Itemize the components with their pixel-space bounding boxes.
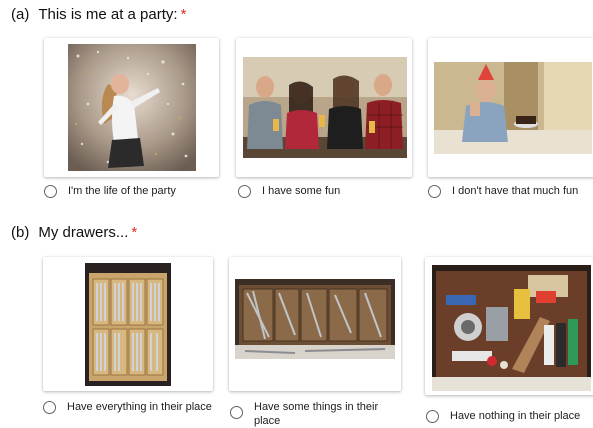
option-label: I don't have that much fun <box>452 185 579 197</box>
option-some-fun[interactable]: I have some fun <box>238 184 408 198</box>
image-card-everything-in-place[interactable] <box>43 257 213 391</box>
image-card-some-fun[interactable] <box>236 38 412 177</box>
option-everything-in-place[interactable]: Have everything in their place <box>43 400 213 414</box>
friends-laughing-photo <box>243 57 407 158</box>
organized-drawer-photo <box>85 263 171 386</box>
image-card-some-things-in-place[interactable] <box>229 257 401 391</box>
bored-at-party-photo <box>434 62 592 154</box>
radio-button[interactable] <box>428 185 441 198</box>
question-a-text: This is me at a party: <box>38 6 178 23</box>
option-label: Have everything in their place <box>67 401 212 413</box>
option-label: I have some fun <box>262 185 341 197</box>
option-nothing-in-place[interactable]: Have nothing in their place <box>426 409 593 423</box>
radio-button[interactable] <box>230 406 243 419</box>
option-label: Have nothing in their place <box>450 410 581 422</box>
semi-organized-drawer-photo <box>235 279 395 359</box>
required-asterisk: * <box>180 6 187 23</box>
option-life-of-party[interactable]: I'm the life of the party <box>44 184 214 198</box>
question-b-title: (b) My drawers... * <box>11 224 137 241</box>
radio-button[interactable] <box>238 185 251 198</box>
messy-drawer-photo <box>432 265 591 391</box>
question-a-marker: (a) <box>11 6 30 23</box>
image-card-not-much-fun[interactable] <box>428 38 593 177</box>
option-not-much-fun[interactable]: I don't have that much fun <box>428 184 593 198</box>
radio-button[interactable] <box>43 401 56 414</box>
party-dancer-photo <box>68 44 196 171</box>
option-label: Have some things in their place <box>254 401 379 427</box>
question-b-marker: (b) <box>11 224 30 241</box>
required-asterisk: * <box>131 224 138 241</box>
option-label: I'm the life of the party <box>68 185 176 197</box>
option-some-things-in-place[interactable]: Have some things in their place <box>230 400 402 428</box>
image-card-life-of-party[interactable] <box>44 38 219 177</box>
question-b-text: My drawers... <box>38 224 129 241</box>
radio-button[interactable] <box>44 185 57 198</box>
question-a-title: (a) This is me at a party: * <box>11 6 186 23</box>
radio-button[interactable] <box>426 410 439 423</box>
image-card-nothing-in-place[interactable] <box>425 257 593 395</box>
